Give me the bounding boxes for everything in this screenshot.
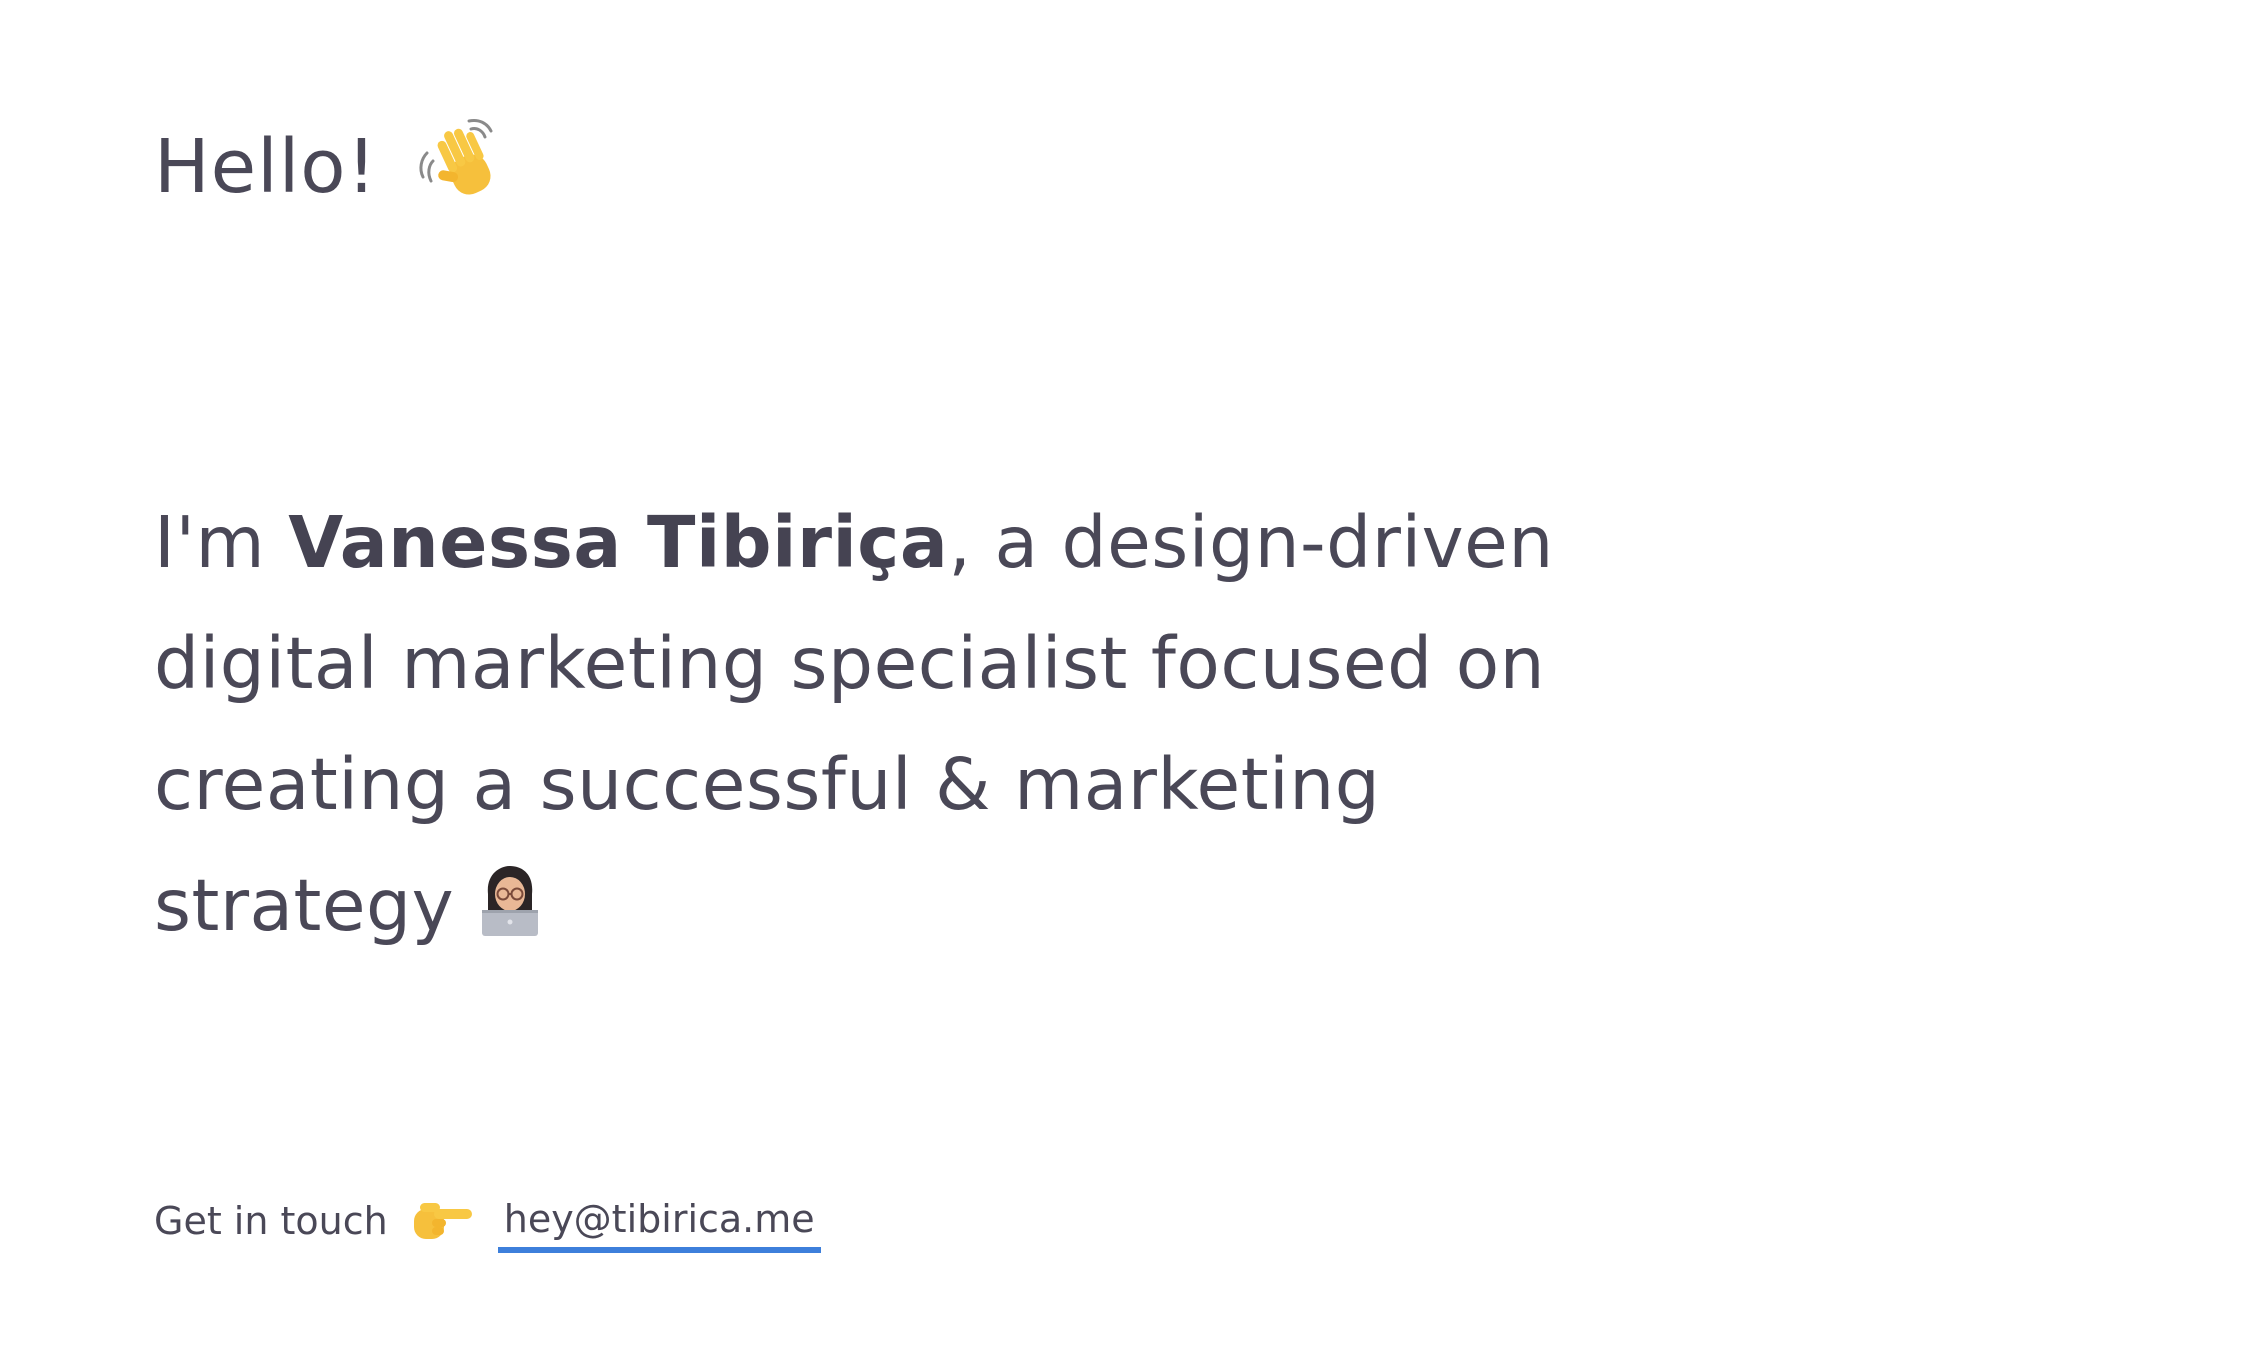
contact-label: Get in touch (154, 1199, 388, 1243)
intro-prefix: I'm (154, 501, 289, 584)
intro-line-1-suffix: , a design-driven (948, 501, 1554, 584)
pointing-right-icon (410, 1195, 474, 1247)
author-name: Vanessa Tibiriça (288, 501, 949, 584)
intro-line-4: strategy (154, 845, 1604, 966)
intro-line-4-text: strategy (154, 864, 455, 947)
waving-hand-icon (417, 115, 505, 203)
greeting-text: Hello! (154, 124, 378, 210)
intro-line-2: digital marketing specialist focused on (154, 622, 1546, 705)
woman-technologist-icon (478, 851, 542, 936)
intro-line-3: creating a successful & marketing (154, 743, 1381, 826)
intro-line-1: I'm Vanessa Tibiriça, a design-driven (154, 482, 1604, 603)
greeting-heading: Hello! (154, 112, 505, 222)
intro-paragraph: I'm Vanessa Tibiriça, a design-driven di… (154, 482, 1604, 966)
email-link[interactable]: hey@tibirica.me (497, 1197, 821, 1253)
contact-row: Get in touch hey@tibirica.me (154, 1186, 821, 1256)
